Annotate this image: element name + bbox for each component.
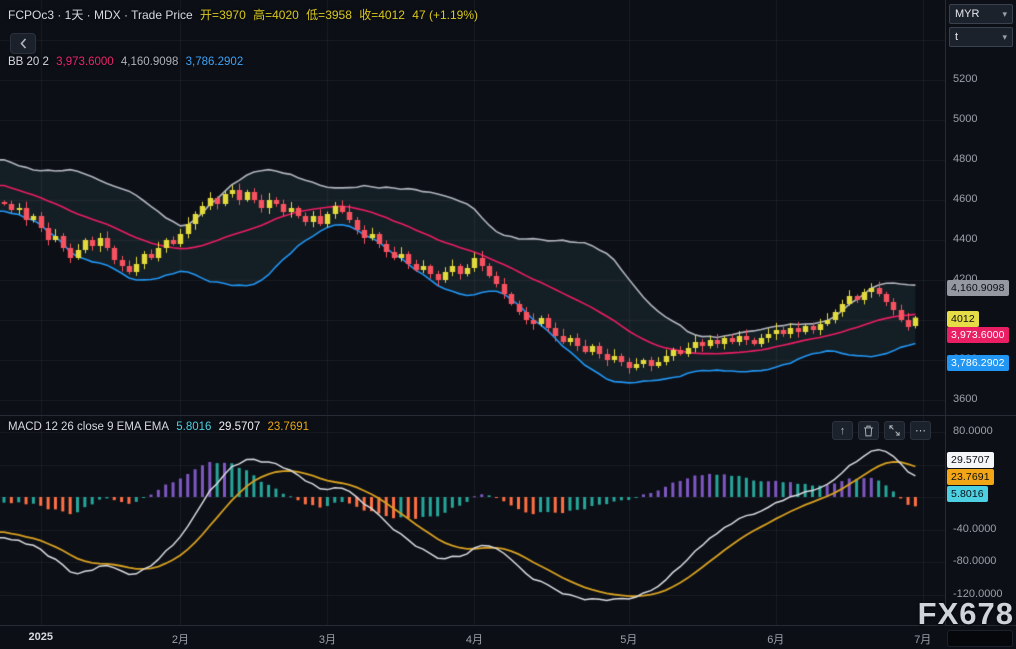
- currency-select-value: MYR: [955, 8, 980, 20]
- time-axis-label: 5月: [620, 634, 638, 646]
- macd-hist-value: 5.8016: [176, 421, 212, 433]
- price-badge: 3,786.2902: [947, 355, 1009, 371]
- macd-axis-label: -40.0000: [953, 522, 997, 535]
- price-axis-label: 5000: [953, 113, 978, 125]
- macd-pane-toolbar: ↑ ⋯: [832, 421, 931, 440]
- more-horizontal-icon: ⋯: [915, 425, 926, 437]
- watermark: FX678: [917, 596, 1014, 631]
- time-axis-ticks: 2025 2月 3月 4月 5月 6月 7月: [0, 626, 945, 649]
- ohlc-low-label: 低=: [306, 8, 326, 22]
- macd-pane-canvas[interactable]: [0, 415, 945, 625]
- maximize-icon: [889, 425, 900, 436]
- macd-signal-value: 23.7691: [267, 421, 310, 433]
- arrow-up-icon: ↑: [839, 424, 846, 437]
- macd-legend[interactable]: MACD 12 26 close 9 EMA EMA 5.8016 29.570…: [8, 421, 313, 433]
- price-axis-label: 4600: [953, 193, 978, 205]
- price-badge: 4,160.9098: [947, 280, 1009, 296]
- bollinger-lower-value: 3,786.2902: [185, 56, 244, 68]
- unit-select[interactable]: t ▾: [949, 27, 1013, 47]
- macd-legend-title: MACD 12 26 close 9 EMA EMA: [8, 421, 170, 433]
- macd-line-value: 29.5707: [218, 421, 261, 433]
- bollinger-legend[interactable]: BB 20 2 3,973.6000 4,160.9098 3,786.2902: [8, 56, 247, 68]
- price-axis-label: 3600: [953, 393, 978, 405]
- bollinger-basis-value: 3,973.6000: [56, 56, 114, 68]
- back-button[interactable]: [10, 33, 36, 54]
- chevron-down-icon: ▾: [1002, 31, 1007, 42]
- time-axis[interactable]: 2025 2月 3月 4月 5月 6月 7月: [0, 625, 1016, 649]
- bollinger-upper-value: 4,160.9098: [120, 56, 179, 68]
- macd-badge: 23.7691: [947, 469, 994, 485]
- change-value: 47 (+1.19%): [412, 8, 479, 22]
- bollinger-legend-title: BB 20 2: [8, 56, 49, 68]
- price-axis[interactable]: MYR ▾ t ▾ 360038004000420044004600480050…: [945, 0, 1016, 625]
- ohlc-high-value: 4020: [272, 8, 299, 22]
- price-axis-label: 5200: [953, 73, 978, 85]
- currency-select[interactable]: MYR ▾: [949, 4, 1013, 24]
- ohlc-open-label: 开=: [200, 8, 220, 22]
- time-axis-label: 4月: [465, 634, 483, 646]
- ohlc-close-value: 4012: [378, 8, 405, 22]
- more-options-button[interactable]: ⋯: [910, 421, 931, 440]
- chevron-left-icon: [19, 38, 26, 49]
- ohlc-close-label: 收=: [359, 8, 379, 22]
- ohlc-high-label: 高=: [253, 8, 273, 22]
- time-axis-label: 7月: [914, 634, 932, 646]
- move-pane-up-button[interactable]: ↑: [832, 421, 853, 440]
- macd-badge: 29.5707: [947, 452, 994, 468]
- time-axis-label: 2月: [171, 634, 189, 646]
- time-axis-label: 2025: [28, 631, 53, 643]
- price-badge: 4012: [947, 311, 979, 327]
- time-axis-label: 6月: [767, 634, 785, 646]
- price-axis-label: 4800: [953, 153, 978, 165]
- unit-select-value: t: [955, 31, 959, 43]
- ohlc-open-value: 3970: [219, 8, 246, 22]
- chevron-down-icon: ▾: [1002, 8, 1007, 19]
- macd-axis-label: 80.0000: [953, 425, 993, 437]
- macd-axis-label: -80.0000: [953, 555, 997, 567]
- axis-settings-button[interactable]: [947, 630, 1013, 647]
- pane-divider[interactable]: [0, 415, 1016, 416]
- maximize-pane-button[interactable]: [884, 421, 905, 440]
- symbol-legend[interactable]: FCPOc3 · 1天 · MDX · Trade Price 开=3970 高…: [8, 6, 482, 23]
- macd-badge: 5.8016: [947, 486, 988, 502]
- delete-pane-button[interactable]: [858, 421, 879, 440]
- time-axis-label: 3月: [318, 634, 336, 646]
- price-axis-label: 4400: [953, 233, 978, 245]
- trash-icon: [863, 425, 874, 436]
- price-badge: 3,973.6000: [947, 327, 1009, 343]
- ohlc-low-value: 3958: [325, 8, 352, 22]
- symbol-title: FCPOc3 · 1天 · MDX · Trade Price: [8, 8, 193, 22]
